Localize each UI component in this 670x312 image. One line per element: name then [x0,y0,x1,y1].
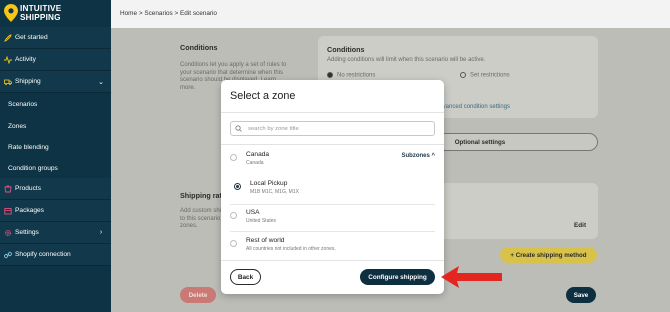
location-pin-icon [4,4,18,22]
sidebar-item-zones[interactable]: Zones [0,115,111,137]
zone-option-local-pickup[interactable]: Local Pickup M1B M1C, M1G, M1X [221,180,444,200]
gear-icon [4,229,12,237]
radio-no-restrictions[interactable]: No restrictions [327,72,375,80]
radio-icon[interactable] [230,212,237,219]
subzones-toggle[interactable]: Subzones ^ [401,153,435,159]
advanced-condition-link[interactable]: AdvAdvanced condition settings [435,104,510,110]
radio-set-restrictions[interactable]: Set restrictions [460,72,510,80]
configure-shipping-button[interactable]: Configure shipping [360,269,435,285]
activity-icon [4,55,12,64]
delete-button[interactable]: Delete [180,287,216,303]
sidebar-item-settings[interactable]: Settings › [0,222,111,244]
back-button[interactable]: Back [230,269,261,285]
radio-selected-icon[interactable] [234,183,241,190]
sidebar-item-rate-blending[interactable]: Rate blending [0,136,111,158]
search-icon [235,125,245,132]
zone-option-rest-of-world[interactable]: Rest of world All countries not included… [221,237,444,257]
package-icon [4,207,12,215]
divider [230,204,435,205]
divider [221,112,444,113]
chevron-down-icon: ⌄ [98,78,104,86]
sidebar-item-get-started[interactable]: Get started [0,27,111,49]
radio-icon [460,72,466,78]
modal-title: Select a zone [230,90,296,102]
radio-icon [327,72,333,78]
zone-search[interactable] [230,121,435,136]
sidebar-item-activity[interactable]: Activity [0,49,111,71]
conditions-card-desc: Adding conditions will limit when this s… [327,57,486,63]
conditions-heading: Conditions [180,43,218,52]
divider [221,144,444,145]
sidebar-item-scenarios[interactable]: Scenarios [0,93,111,115]
sidebar-item-products[interactable]: Products [0,178,111,200]
product-icon [4,184,12,193]
zone-option-usa[interactable]: USA United States [221,209,444,229]
sidebar-item-shopify-connection[interactable]: Shopify connection [0,244,111,266]
sidebar-item-packages[interactable]: Packages [0,200,111,222]
rocket-icon [4,34,12,42]
zone-option-canada[interactable]: Canada Canada Subzones ^ [221,151,444,171]
radio-icon[interactable] [230,154,237,161]
truck-icon [4,78,12,86]
conditions-card-title: Conditions [327,45,365,54]
breadcrumb: Home > Scenarios > Edit scenario [111,0,670,28]
select-zone-modal: Select a zone Canada Canada Subzones ^ L… [221,80,444,294]
brand-name: INTUITIVE SHIPPING [20,4,62,22]
sidebar-item-shipping[interactable]: Shipping ⌄ [0,71,111,93]
divider [230,231,435,232]
sidebar: INTUITIVE SHIPPING Get started Activity … [0,0,111,312]
breadcrumb-text[interactable]: Home > Scenarios > Edit scenario [120,10,217,17]
brand-logo[interactable]: INTUITIVE SHIPPING [4,4,109,24]
divider [221,260,444,261]
create-shipping-method-button[interactable]: + Create shipping method [500,247,597,263]
chevron-right-icon: › [99,229,103,236]
radio-icon[interactable] [230,240,237,247]
link-icon [4,251,12,259]
save-button[interactable]: Save [566,287,596,303]
edit-link[interactable]: Edit [574,222,586,229]
sidebar-item-condition-groups[interactable]: Condition groups [0,157,111,179]
search-input[interactable] [248,125,434,132]
arrow-left-icon [441,266,502,288]
